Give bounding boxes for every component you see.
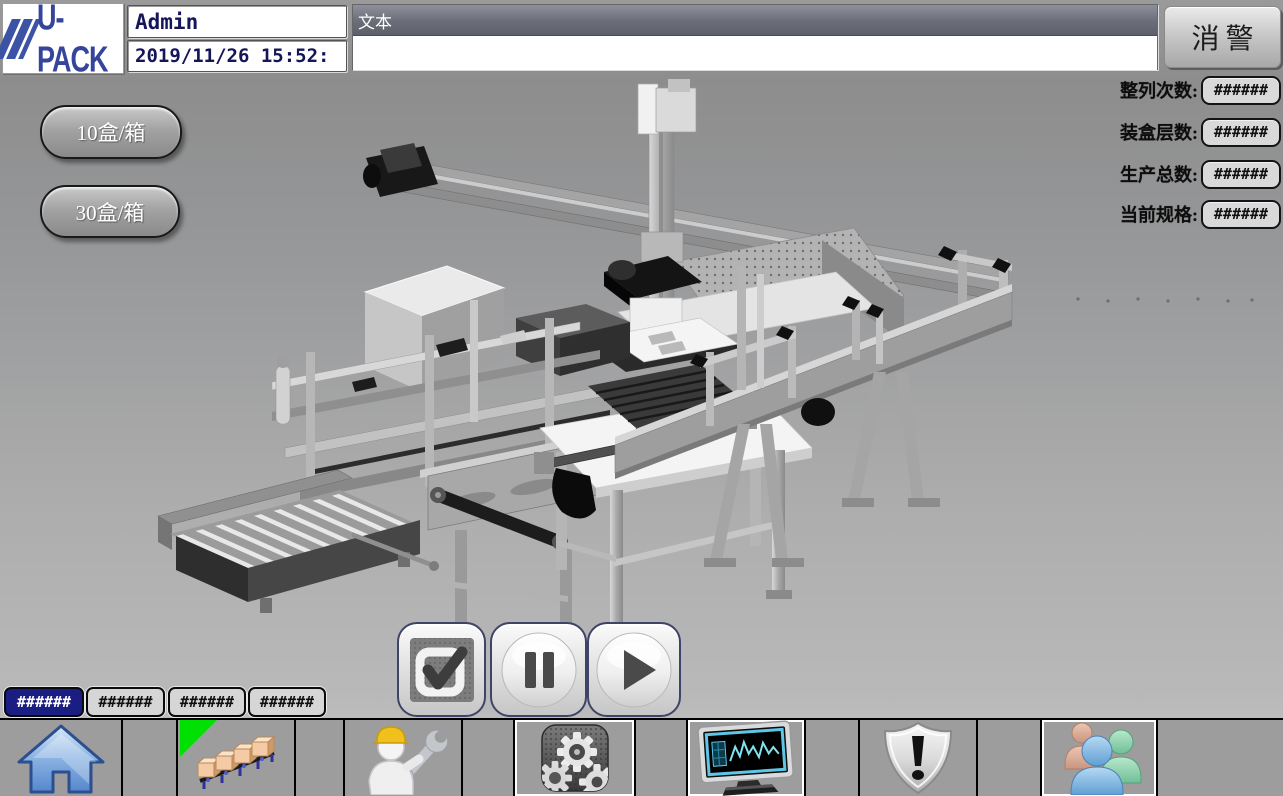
upack-logo: U-PACK [2, 3, 124, 74]
roller-conveyor [158, 470, 439, 613]
nav-home[interactable] [0, 720, 123, 796]
dotted-line [1076, 297, 1253, 302]
alarm-message-header: 文本 [353, 5, 1157, 36]
status-field-3[interactable]: ###### [168, 687, 246, 717]
monitor-waveform-icon [694, 720, 798, 796]
gears-icon [539, 722, 611, 794]
home-icon [9, 722, 113, 794]
logo-stripes-icon [3, 19, 32, 59]
worker-wrench-icon [353, 721, 453, 795]
nav-users[interactable] [1040, 720, 1158, 796]
start-button[interactable] [587, 622, 681, 717]
status-field-2[interactable]: ###### [86, 687, 165, 717]
pause-button[interactable] [490, 622, 587, 717]
nav-production-line[interactable] [176, 720, 296, 796]
checkbox-checked-icon [408, 636, 476, 704]
nav-monitoring[interactable] [686, 720, 806, 796]
play-icon [594, 630, 674, 710]
user-field[interactable]: Admin [127, 5, 347, 38]
status-field-1[interactable]: ###### [4, 687, 84, 717]
bottom-nav-bar [0, 718, 1283, 796]
nav-settings[interactable] [513, 720, 636, 796]
nav-alarm[interactable] [858, 720, 978, 796]
pause-icon [499, 630, 579, 710]
datetime-field[interactable]: 2019/11/26 15:52: [127, 40, 347, 72]
nav-maintenance[interactable] [343, 720, 463, 796]
status-field-4[interactable]: ###### [248, 687, 326, 717]
green-flag-badge [180, 720, 217, 757]
hmi-screen: U-PACK Admin 2019/11/26 15:52: 文本 消警 整列次… [0, 0, 1283, 796]
users-icon [1049, 721, 1149, 795]
shield-exclamation-icon [875, 720, 961, 796]
alarm-message-body[interactable] [353, 36, 1157, 70]
clear-alarm-button[interactable]: 消警 [1164, 6, 1281, 68]
confirm-button[interactable] [397, 622, 486, 717]
alarm-message-panel: 文本 [352, 4, 1158, 70]
logo-text: U-PACK [37, 0, 123, 80]
